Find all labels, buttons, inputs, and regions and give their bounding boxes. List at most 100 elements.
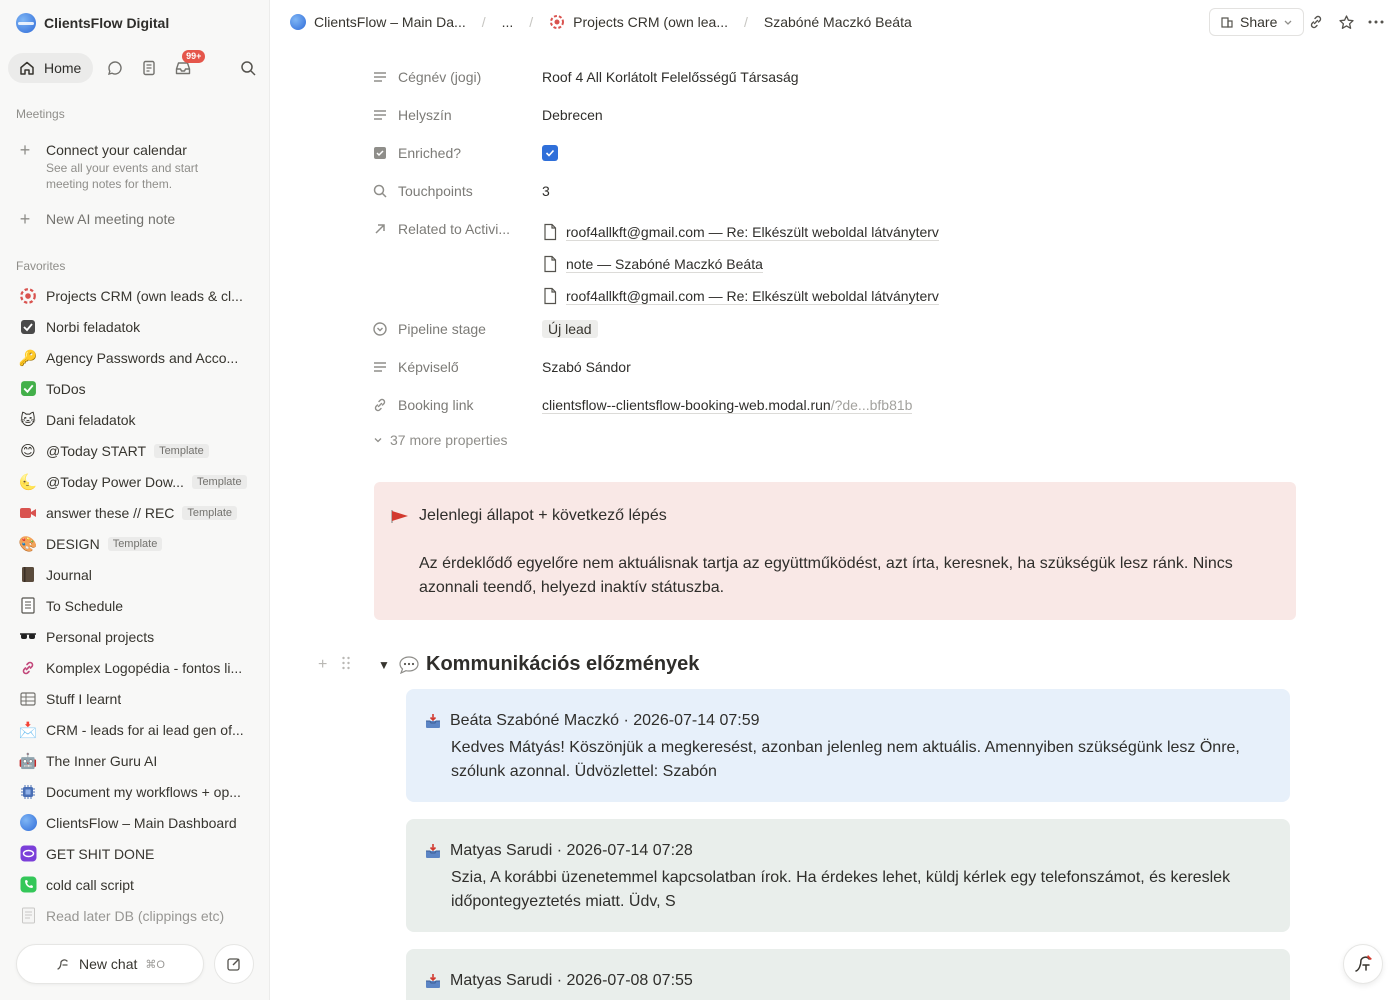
crm-ring-icon [550, 15, 565, 29]
document-icon [544, 223, 557, 241]
add-block-icon[interactable]: + [318, 656, 327, 674]
breadcrumb-current[interactable]: Szabóné Maczkó Beáta [764, 14, 912, 30]
booking-link[interactable]: clientsflow--clientsflow-booking-web.mod… [542, 396, 913, 414]
more-properties-toggle[interactable]: 37 more properties [372, 432, 508, 448]
connect-calendar[interactable]: + Connect your calendar See all your eve… [16, 140, 256, 192]
copy-link-icon[interactable] [1304, 10, 1328, 34]
connect-calendar-title: Connect your calendar [46, 142, 187, 158]
property-row[interactable]: Enriched? [370, 134, 1300, 172]
document-icon [544, 287, 557, 305]
related-item[interactable]: note — Szabóné Maczkó Beáta [542, 248, 939, 280]
status-callout[interactable]: Jelenlegi állapot + következő lépés Az é… [374, 482, 1296, 620]
property-key: Related to Activi... [398, 221, 511, 237]
sidebar-item[interactable]: Journal [8, 559, 262, 590]
sidebar-item[interactable]: GET SHIT DONE [8, 838, 262, 869]
new-chat-button[interactable]: New chat ⌘O [16, 944, 204, 984]
message-card[interactable]: Beáta Szabóné Maczkó · 2026-07-14 07:59 … [406, 689, 1290, 802]
sidebar-item[interactable]: 🐱 Dani feladatok [8, 404, 262, 435]
video-camera-icon [18, 503, 38, 523]
globe-logo-icon [18, 813, 38, 833]
history-heading: Kommunikációs előzmények [426, 653, 700, 675]
toggle-triangle-icon[interactable]: ▼ [378, 658, 392, 672]
star-icon[interactable] [1334, 10, 1358, 34]
sidebar-item[interactable]: 🔑 Agency Passwords and Acco... [8, 342, 262, 373]
property-row[interactable]: Cégnév (jogi) Roof 4 All Korlátolt Felel… [370, 58, 1300, 96]
property-row[interactable]: Helyszín Debrecen [370, 96, 1300, 134]
related-item[interactable]: roof4allkft@gmail.com — Re: Elkészült we… [542, 216, 939, 248]
breadcrumb-root[interactable]: ClientsFlow – Main Da... [314, 14, 466, 30]
breadcrumb-ellipsis[interactable]: ... [502, 14, 514, 30]
sidebar-item[interactable]: Projects CRM (own leads & cl... [8, 280, 262, 311]
sidebar-item[interactable]: Read later DB (clippings etc) [8, 900, 262, 931]
chat-bubble-icon[interactable] [101, 54, 129, 82]
sidebar-item[interactable]: ToDos [8, 373, 262, 404]
ai-face-icon [1355, 955, 1372, 972]
sidebar-item[interactable]: answer these // REC Template [8, 497, 262, 528]
sidebar-item[interactable]: Document my workflows + op... [8, 776, 262, 807]
property-value[interactable]: Roof 4 All Korlátolt Felelősségű Társasá… [542, 66, 799, 88]
sidebar-item[interactable]: ClientsFlow – Main Dashboard [8, 807, 262, 838]
sidebar-item[interactable]: Norbi feladatok [8, 311, 262, 342]
sidebar-item-label: To Schedule [46, 597, 124, 614]
history-toggle-heading[interactable]: ▼ Kommunikációs előzmények [378, 653, 699, 676]
callout-title: Jelenlegi állapot + következő lépés [419, 507, 667, 524]
sidebar-item[interactable]: Komplex Logopédia - fontos li... [8, 652, 262, 683]
link-icon [18, 658, 38, 678]
drag-handle-icon[interactable] [341, 655, 351, 676]
sidebar-item[interactable]: Stuff I learnt [8, 683, 262, 714]
pipeline-stage-tag[interactable]: Új lead [542, 320, 598, 338]
booking-link-tail: /?de...bfb81b [830, 396, 913, 413]
related-list: roof4allkft@gmail.com — Re: Elkészült we… [542, 216, 939, 312]
home-label: Home [44, 60, 82, 76]
template-badge: Template [182, 505, 238, 520]
breadcrumb-separator: / [744, 14, 748, 30]
property-key: Képviselő [398, 359, 459, 375]
sidebar-item[interactable]: Personal projects [8, 621, 262, 652]
sidebar-item[interactable]: cold call script [8, 869, 262, 900]
properties-panel: Cégnév (jogi) Roof 4 All Korlátolt Felel… [370, 58, 1300, 424]
property-row[interactable]: Booking link clientsflow--clientsflow-bo… [370, 386, 1300, 424]
more-options-icon[interactable] [1364, 10, 1388, 34]
search-icon[interactable] [234, 54, 262, 82]
plus-icon: + [19, 209, 31, 229]
property-row[interactable]: Touchpoints 3 [370, 172, 1300, 210]
smile-icon: 😊 [20, 442, 36, 460]
property-row[interactable]: Related to Activi... roof4allkft@gmail.c… [370, 210, 1300, 310]
sidebar-item[interactable]: 🤖 The Inner Guru AI [8, 745, 262, 776]
enriched-checkbox[interactable] [542, 145, 558, 161]
inbox-tray-icon[interactable]: 99+ [169, 50, 206, 82]
sidebar-item[interactable]: 🎨 DESIGN Template [8, 528, 262, 559]
sidebar-item[interactable]: To Schedule [8, 590, 262, 621]
property-value[interactable]: Debrecen [542, 104, 603, 126]
notes-icon[interactable] [135, 54, 163, 82]
breadcrumb-separator: / [481, 14, 486, 30]
workspace-switcher[interactable]: ClientsFlow Digital [16, 12, 169, 34]
sidebar-item-label: Agency Passwords and Acco... [46, 349, 239, 366]
message-card[interactable]: Matyas Sarudi · 2026-07-14 07:28 Szia, A… [406, 819, 1290, 932]
message-card[interactable]: Matyas Sarudi · 2026-07-08 07:55 [406, 949, 1290, 1000]
property-value[interactable]: Szabó Sándor [542, 356, 631, 378]
property-row[interactable]: Pipeline stage Új lead [370, 310, 1300, 348]
property-row[interactable]: Képviselő Szabó Sándor [370, 348, 1300, 386]
document-icon [544, 255, 557, 273]
property-key: Helyszín [398, 107, 452, 123]
crm-ring-icon [18, 286, 38, 306]
breadcrumb-parent[interactable]: Projects CRM (own lea... [573, 14, 728, 30]
new-chat-shortcut: ⌘O [145, 958, 165, 971]
sidebar-item[interactable]: 📩 CRM - leads for ai lead gen of... [8, 714, 262, 745]
sidebar-item-label: Norbi feladatok [46, 318, 141, 335]
message-body: Szia, A korábbi üzenetemmel kapcsolatban… [451, 869, 1231, 910]
sidebar-item[interactable]: 😊 @Today START Template [8, 435, 262, 466]
property-value[interactable]: 3 [542, 180, 550, 202]
sidebar-item-label: Personal projects [46, 628, 155, 645]
home-button[interactable]: Home [8, 53, 94, 83]
ai-assistant-button[interactable] [1343, 944, 1383, 984]
text-lines-icon [370, 69, 390, 85]
sidebar-top-nav: Home 99+ [8, 50, 262, 84]
sidebar-item[interactable]: 🌜 @Today Power Dow... Template [8, 466, 262, 497]
related-item[interactable]: roof4allkft@gmail.com — Re: Elkészült we… [542, 280, 939, 312]
sidebar-item-label: ClientsFlow – Main Dashboard [46, 814, 237, 831]
compose-icon[interactable] [214, 944, 254, 984]
new-ai-meeting-note[interactable]: + New AI meeting note [16, 209, 256, 229]
share-button[interactable]: Share [1209, 8, 1305, 36]
